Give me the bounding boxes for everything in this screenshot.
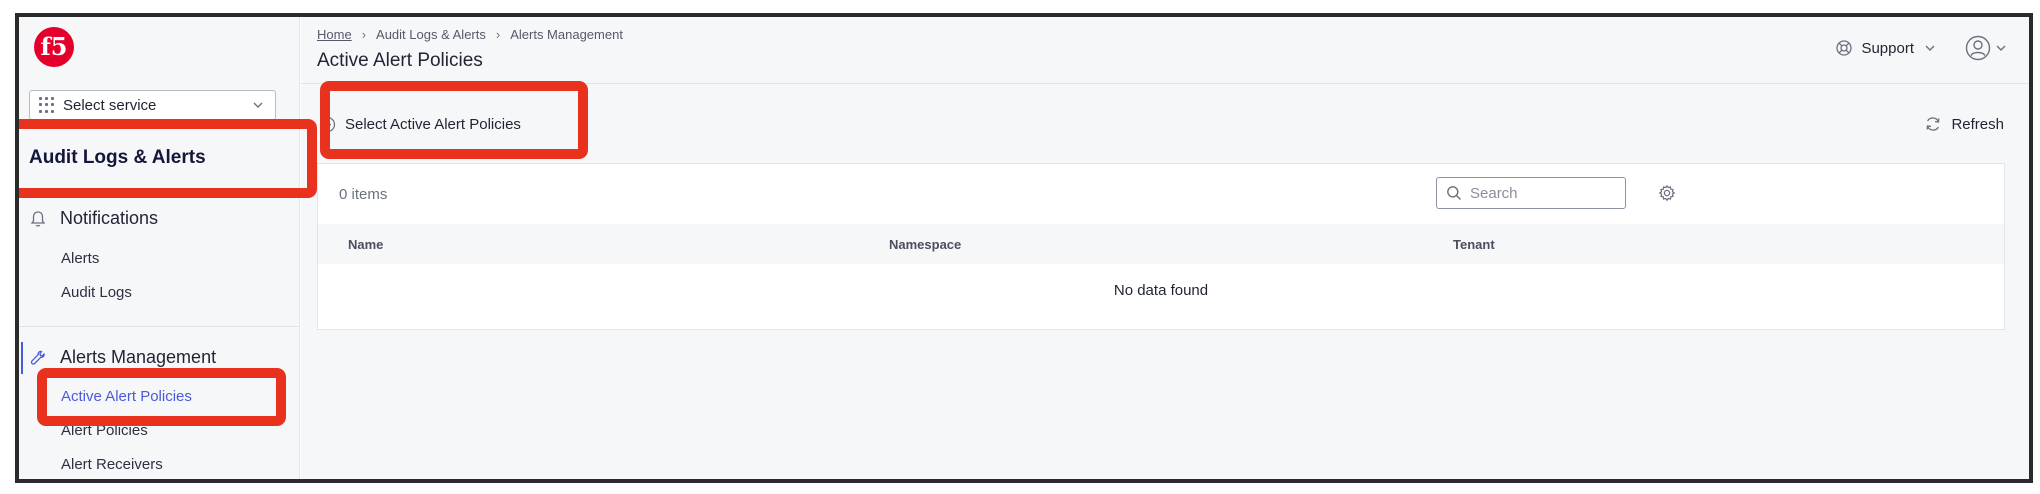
sidebar-item-alert-policies[interactable]: Alert Policies <box>61 422 148 439</box>
service-select[interactable]: Select service <box>29 90 276 120</box>
bell-icon <box>30 210 46 227</box>
select-active-alert-policies-label: Select Active Alert Policies <box>345 115 521 133</box>
sidebar-item-alert-receivers[interactable]: Alert Receivers <box>61 456 163 473</box>
service-select-label: Select service <box>63 96 157 114</box>
svg-text:f5: f5 <box>40 32 67 61</box>
actions-bar: Select Active Alert Policies Refresh <box>301 84 2029 164</box>
sidebar-group-alerts-management[interactable]: Alerts Management <box>29 347 216 368</box>
chevron-right-icon: › <box>361 27 367 42</box>
support-menu[interactable]: Support <box>1835 39 1944 57</box>
chevron-down-icon <box>1925 45 1935 51</box>
sidebar-item-audit-logs[interactable]: Audit Logs <box>61 284 132 301</box>
sidebar: f5 Select service Audit Logs & Alerts No… <box>19 17 300 479</box>
search-field[interactable] <box>1436 177 1626 209</box>
app-grid-icon <box>39 97 55 113</box>
sidebar-group-notifications[interactable]: Notifications <box>29 208 158 229</box>
plus-circle-icon <box>319 116 336 132</box>
app-window: f5 Select service Audit Logs & Alerts No… <box>15 13 2033 483</box>
table-settings-button[interactable] <box>1658 184 1676 207</box>
empty-state-message: No data found <box>1113 282 1209 299</box>
chevron-right-icon: › <box>495 27 501 42</box>
sidebar-group-label: Notifications <box>60 208 159 228</box>
main-content: Home › Audit Logs & Alerts › Alerts Mana… <box>301 17 2029 479</box>
breadcrumb-alerts-management: Alerts Management <box>510 27 623 42</box>
support-label: Support <box>1861 39 1914 57</box>
sidebar-item-active-alert-policies[interactable]: Active Alert Policies <box>61 388 192 405</box>
sidebar-item-alerts[interactable]: Alerts <box>61 250 99 267</box>
breadcrumb-home[interactable]: Home <box>317 27 352 42</box>
refresh-button[interactable]: Refresh <box>1924 115 2004 133</box>
refresh-icon <box>1927 117 1940 131</box>
refresh-label: Refresh <box>1951 115 2004 133</box>
f5-logo[interactable]: f5 <box>32 25 76 69</box>
chevron-down-icon <box>1996 45 2006 51</box>
select-active-alert-policies-button[interactable]: Select Active Alert Policies <box>315 109 521 139</box>
column-header-name[interactable]: Name <box>348 237 383 252</box>
breadcrumb-audit-logs[interactable]: Audit Logs & Alerts <box>376 27 486 42</box>
chevron-down-icon <box>252 98 264 115</box>
breadcrumb: Home › Audit Logs & Alerts › Alerts Mana… <box>317 27 623 42</box>
top-bar: Home › Audit Logs & Alerts › Alerts Mana… <box>301 17 2029 84</box>
user-menu[interactable] <box>1965 35 2007 61</box>
search-icon <box>1447 186 1461 200</box>
sidebar-divider <box>19 326 300 327</box>
sidebar-group-label: Alerts Management <box>60 347 217 367</box>
search-input[interactable] <box>1470 184 1620 202</box>
user-avatar-icon <box>1965 35 1991 61</box>
lifebuoy-icon <box>1836 40 1853 56</box>
item-count: 0 items <box>339 186 388 203</box>
column-header-tenant[interactable]: Tenant <box>1453 237 1495 252</box>
column-header-namespace[interactable]: Namespace <box>889 237 961 252</box>
table-header: Name Namespace Tenant <box>318 224 2004 264</box>
wrench-icon <box>30 350 45 365</box>
page-title: Active Alert Policies <box>317 50 483 71</box>
active-group-indicator <box>21 342 23 374</box>
gear-icon <box>1658 184 1676 202</box>
section-title: Audit Logs & Alerts <box>29 147 206 168</box>
policies-table: 0 items Name Namespace Tenant No data f <box>317 163 2005 330</box>
